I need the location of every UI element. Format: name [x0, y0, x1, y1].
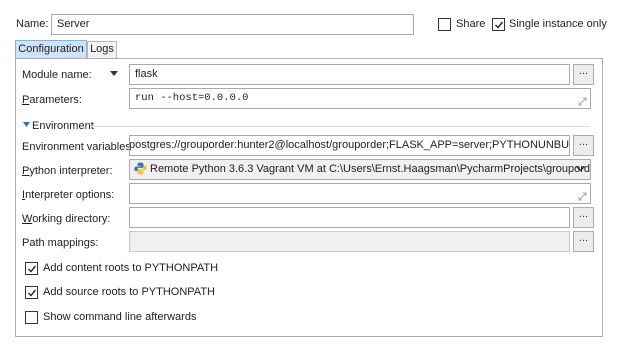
content-roots-checkbox[interactable]: [25, 262, 38, 275]
env-vars-browse-button[interactable]: ...: [573, 135, 594, 156]
show-command-line-checkbox[interactable]: [25, 311, 38, 324]
section-divider: [90, 126, 590, 127]
module-name-label: Module name:: [22, 69, 92, 81]
chevron-down-icon[interactable]: [110, 71, 118, 77]
tab-logs-label: Logs: [90, 43, 114, 55]
expand-icon[interactable]: [578, 97, 587, 106]
show-command-line-label: Show command line afterwards: [43, 311, 197, 323]
path-mappings-browse-button[interactable]: ...: [573, 231, 594, 252]
interpreter-value: Remote Python 3.6.3 Vagrant VM at C:\Use…: [150, 163, 591, 175]
interpreter-options-field[interactable]: [129, 183, 591, 204]
single-instance-label: Single instance only: [509, 18, 607, 30]
env-vars-field[interactable]: postgres://grouporder:hunter2@localhost/…: [129, 135, 570, 156]
source-roots-checkbox[interactable]: [25, 286, 38, 299]
checkmark-icon: [28, 289, 37, 297]
share-checkbox[interactable]: [438, 18, 451, 31]
environment-section-title: Environment: [32, 120, 94, 132]
chevron-down-icon: [576, 166, 585, 172]
tab-configuration-label: Configuration: [18, 43, 84, 55]
python-icon: [134, 162, 147, 175]
parameters-value: run --host=0.0.0.0: [135, 92, 249, 104]
content-roots-label: Add content roots to PYTHONPATH: [43, 262, 219, 274]
name-label: Name:: [16, 18, 49, 30]
collapse-icon[interactable]: [23, 122, 30, 128]
path-mappings-label: Path mappings:: [22, 237, 99, 249]
tab-logs[interactable]: Logs: [87, 41, 117, 58]
expand-icon[interactable]: [578, 192, 587, 201]
env-vars-label: Environment variables:: [22, 141, 134, 153]
parameters-label: Parameters:: [22, 94, 82, 106]
checkmark-icon: [495, 21, 504, 29]
module-name-browse-button[interactable]: ...: [573, 64, 594, 85]
module-name-field[interactable]: flask: [129, 64, 570, 85]
working-dir-browse-button[interactable]: ...: [573, 207, 594, 228]
working-dir-label: Working directory:: [22, 213, 111, 225]
single-instance-checkbox[interactable]: [492, 18, 505, 31]
interpreter-label: Python interpreter:: [22, 165, 113, 177]
working-dir-field[interactable]: [129, 207, 570, 228]
source-roots-label: Add source roots to PYTHONPATH: [43, 286, 215, 298]
interpreter-select[interactable]: Remote Python 3.6.3 Vagrant VM at C:\Use…: [129, 159, 591, 180]
tab-configuration[interactable]: Configuration: [15, 40, 87, 58]
checkmark-icon: [28, 265, 37, 273]
env-vars-value: postgres://grouporder:hunter2@localhost/…: [129, 139, 570, 151]
name-field[interactable]: Server: [51, 14, 414, 35]
interpreter-options-label: Interpreter options:: [22, 189, 115, 201]
path-mappings-field: [129, 231, 570, 252]
share-label: Share: [456, 18, 486, 30]
parameters-field[interactable]: run --host=0.0.0.0: [129, 88, 591, 109]
